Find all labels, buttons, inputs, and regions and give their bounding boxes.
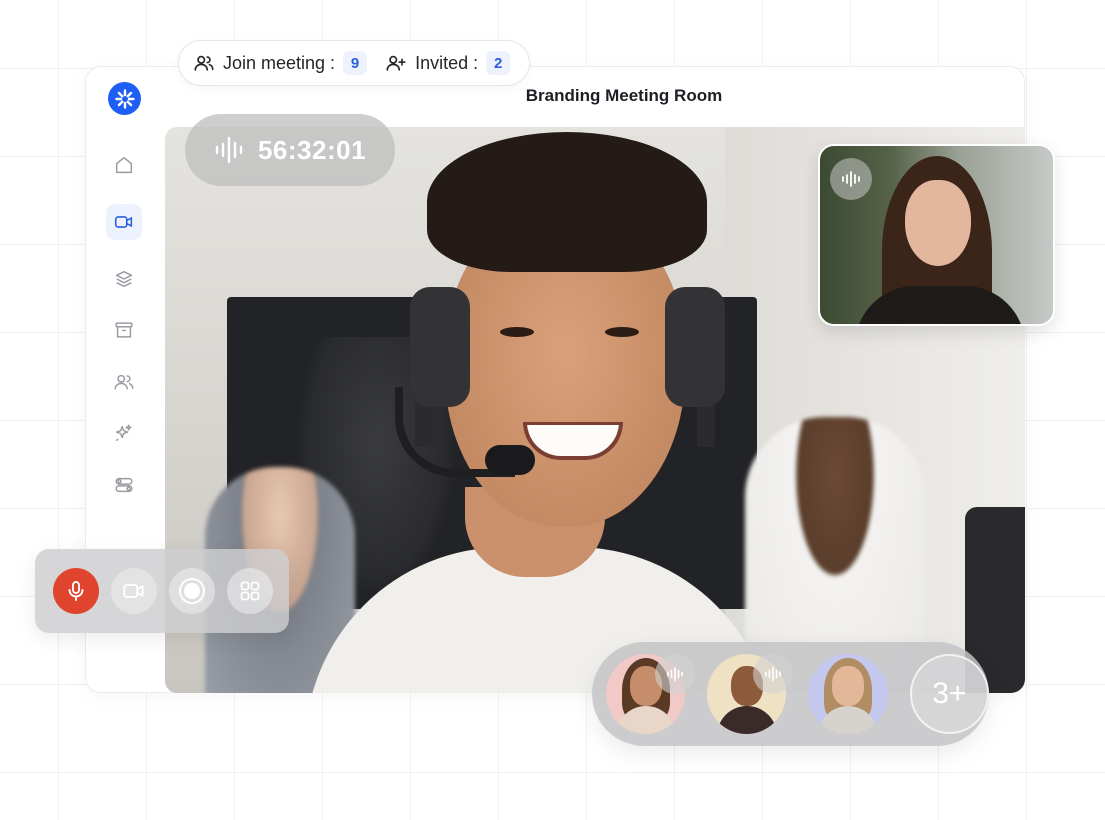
avatar-torso xyxy=(717,706,778,734)
join-meeting-count: 9 xyxy=(343,51,368,75)
participant-audio-indicator xyxy=(830,158,872,200)
call-timer: 56:32:01 xyxy=(185,114,395,186)
speaker-eye xyxy=(605,327,639,337)
layout-grid-button[interactable] xyxy=(227,568,273,614)
speaker-eye xyxy=(500,327,534,337)
sidebar-item-settings[interactable] xyxy=(106,467,142,503)
audio-wave-icon xyxy=(667,666,683,682)
audio-wave-icon xyxy=(215,136,243,164)
microphone-icon xyxy=(68,581,84,601)
record-button[interactable] xyxy=(169,568,215,614)
timer-value: 56:32:01 xyxy=(257,134,367,165)
invited-label: Invited : xyxy=(415,52,479,73)
archive-icon xyxy=(115,322,133,338)
users-icon xyxy=(114,374,134,390)
more-participants-button[interactable]: 3+ xyxy=(909,654,989,734)
participant-face xyxy=(905,180,971,266)
sparkle-icon xyxy=(115,424,132,442)
layers-icon xyxy=(115,270,133,288)
sidebar-item-users[interactable] xyxy=(106,364,142,400)
toggles-icon xyxy=(115,477,133,493)
headset-cup-right xyxy=(665,287,725,407)
avatar-head xyxy=(832,666,865,706)
sidebar-item-video[interactable] xyxy=(106,204,142,240)
participant-body xyxy=(855,286,1025,324)
participant-video-tile[interactable] xyxy=(818,144,1055,326)
participant-avatar[interactable] xyxy=(808,654,888,734)
participant-audio-indicator xyxy=(655,654,695,694)
audio-wave-icon xyxy=(765,666,781,682)
home-icon xyxy=(115,156,133,174)
sidebar-item-layers[interactable] xyxy=(106,261,142,297)
speaker-hair xyxy=(427,132,707,272)
join-meeting-stat: Join meeting : 9 xyxy=(193,51,368,75)
camera-icon xyxy=(123,584,144,598)
invited-count: 2 xyxy=(486,51,511,75)
app-logo[interactable] xyxy=(108,82,141,115)
participant-audio-indicator xyxy=(753,654,793,694)
camera-button[interactable] xyxy=(111,568,157,614)
users-icon xyxy=(194,55,214,71)
logo-icon xyxy=(114,88,135,109)
sidebar-item-archive[interactable] xyxy=(106,312,142,348)
headset-mic-tip xyxy=(485,445,535,475)
meeting-stats: Join meeting : 9 Invited : 2 xyxy=(178,40,530,86)
sidebar-item-home[interactable] xyxy=(106,147,142,183)
grid-icon xyxy=(240,581,260,601)
call-controls xyxy=(35,549,289,633)
microphone-button[interactable] xyxy=(53,568,99,614)
join-meeting-label: Join meeting : xyxy=(223,52,336,73)
participants-strip: 3+ xyxy=(592,642,989,746)
room-title: Branding Meeting Room xyxy=(525,86,723,105)
user-add-icon xyxy=(386,55,406,71)
sidebar-item-ai[interactable] xyxy=(106,415,142,451)
record-icon xyxy=(179,578,205,604)
invited-stat: Invited : 2 xyxy=(385,51,511,75)
audio-wave-icon xyxy=(842,171,860,187)
video-icon xyxy=(114,216,133,228)
